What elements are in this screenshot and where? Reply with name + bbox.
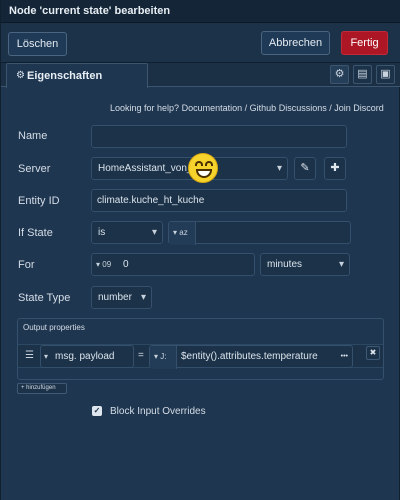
- dialog: Node 'current state' bearbeiten Löschen …: [0, 0, 400, 500]
- tab-properties[interactable]: ⚙ Eigenschaften: [6, 63, 148, 88]
- for-type-button[interactable]: ▾ 09: [92, 254, 118, 277]
- output-value-type-button[interactable]: ▾ J:: [150, 346, 177, 369]
- gear-icon: ⚙: [16, 70, 25, 81]
- action-bar: Löschen Abbrechen Fertig: [1, 23, 400, 63]
- add-server-button[interactable]: ✚: [324, 157, 346, 180]
- entity-id-input[interactable]: climate.kuche_ht_kuche: [91, 189, 347, 212]
- name-label: Name: [18, 130, 48, 142]
- help-separator: /: [329, 103, 332, 113]
- emoji-mouth: [196, 169, 212, 178]
- output-target-input[interactable]: ▾ msg. payload: [40, 345, 134, 368]
- server-label: Server: [18, 163, 51, 175]
- name-input[interactable]: [91, 125, 347, 148]
- pencil-icon: ✎: [300, 162, 310, 174]
- chevron-down-icon: ▾: [154, 352, 159, 361]
- github-discussions-link[interactable]: Github Discussions: [250, 103, 327, 113]
- appearance-icon: ▣: [380, 68, 391, 80]
- for-value-input[interactable]: ▾ 09 0: [91, 253, 255, 276]
- edit-server-button[interactable]: ✎: [294, 157, 316, 180]
- output-target-value: msg. payload: [55, 351, 115, 362]
- number-type-icon: 09: [102, 260, 112, 269]
- gear-icon: ⚙: [334, 68, 345, 80]
- tab-properties-label: Eigenschaften: [27, 70, 103, 82]
- settings-tab-icon[interactable]: ⚙: [330, 65, 349, 84]
- entity-id-label: Entity ID: [18, 195, 60, 207]
- description-tab-icon[interactable]: ▤: [353, 65, 372, 84]
- state-type-select[interactable]: number ▾: [91, 286, 152, 309]
- help-line: Looking for help? Documentation / Github…: [110, 103, 384, 113]
- appearance-tab-icon[interactable]: ▣: [376, 65, 395, 84]
- output-properties-box: Output properties ☰ ▾ msg. payload = ▾ J…: [17, 318, 384, 380]
- for-value: 0: [123, 259, 129, 270]
- chevron-down-icon: ▾: [338, 259, 344, 270]
- close-icon: ✖: [369, 348, 377, 357]
- description-icon: ▤: [357, 68, 368, 80]
- for-label: For: [18, 259, 35, 271]
- output-target-type-button[interactable]: ▾: [41, 346, 53, 369]
- chevron-down-icon: ▾: [140, 292, 146, 303]
- if-state-label: If State: [18, 227, 53, 239]
- cancel-button[interactable]: Abbrechen: [261, 31, 330, 55]
- output-value-expression: $entity().attributes.temperature: [181, 351, 318, 362]
- for-unit-select[interactable]: minutes ▾: [260, 253, 350, 276]
- block-input-label: Block Input Overrides: [110, 406, 206, 417]
- documentation-link[interactable]: Documentation: [182, 103, 243, 113]
- expand-editor-button[interactable]: •••: [341, 346, 348, 367]
- for-unit-value: minutes: [267, 259, 303, 270]
- emoji-eye: [195, 161, 203, 166]
- state-type-value: number: [98, 292, 132, 303]
- remove-row-button[interactable]: ✖: [366, 346, 380, 360]
- block-input-checkbox[interactable]: ✓: [92, 406, 102, 416]
- if-state-operator-select[interactable]: is ▾: [91, 221, 163, 244]
- grinning-emoji: [188, 153, 218, 183]
- help-prefix: Looking for help?: [110, 103, 180, 113]
- chevron-down-icon: ▾: [96, 260, 101, 269]
- plus-icon: ✚: [330, 162, 340, 174]
- if-state-value-input[interactable]: ▾ az: [168, 221, 351, 245]
- if-state-operator-value: is: [98, 227, 106, 238]
- output-properties-title: Output properties: [23, 323, 85, 332]
- chevron-down-icon: ▾: [173, 228, 178, 237]
- equals-sign: =: [138, 350, 144, 361]
- chevron-down-icon: ▾: [276, 163, 282, 174]
- chevron-down-icon: ▾: [44, 352, 49, 361]
- help-separator: /: [244, 103, 248, 113]
- emoji-eye: [205, 161, 213, 166]
- string-type-icon: az: [179, 228, 188, 237]
- state-type-label: State Type: [18, 292, 71, 304]
- if-state-type-button[interactable]: ▾ az: [169, 222, 196, 245]
- discord-link[interactable]: Join Discord: [334, 103, 384, 113]
- output-property-row: ☰ ▾ msg. payload = ▾ J: $entity().attrib…: [18, 344, 383, 369]
- output-value-input[interactable]: ▾ J: $entity().attributes.temperature ••…: [149, 345, 353, 369]
- dialog-titlebar: Node 'current state' bearbeiten: [1, 0, 400, 23]
- jsonata-type-icon: J:: [160, 352, 167, 361]
- chevron-down-icon: ▾: [151, 227, 157, 238]
- server-value: HomeAssistant_von_: [98, 163, 193, 174]
- done-button[interactable]: Fertig: [341, 31, 388, 55]
- drag-handle-icon[interactable]: ☰: [25, 350, 34, 361]
- dialog-title: Node 'current state' bearbeiten: [9, 5, 171, 17]
- delete-button[interactable]: Löschen: [8, 32, 67, 56]
- tab-row: ⚙ Eigenschaften ⚙ ▤ ▣: [1, 63, 400, 88]
- add-output-button[interactable]: + hinzufügen: [17, 383, 67, 394]
